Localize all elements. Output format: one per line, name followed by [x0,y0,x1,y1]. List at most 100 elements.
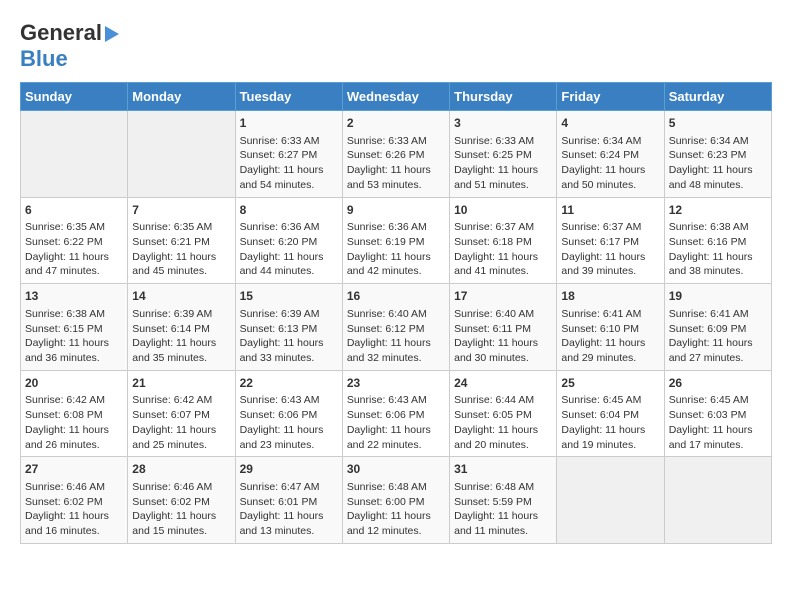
day-content: Sunrise: 6:46 AM [132,480,230,495]
day-content: Sunset: 6:27 PM [240,148,338,163]
day-content: Sunrise: 6:45 AM [561,393,659,408]
day-content: Sunset: 6:16 PM [669,235,767,250]
day-content: Sunrise: 6:42 AM [25,393,123,408]
calendar-cell: 5 Sunrise: 6:34 AMSunset: 6:23 PMDaylight… [664,111,771,198]
day-content: Sunrise: 6:36 AM [240,220,338,235]
day-content: Daylight: 11 hours and 13 minutes. [240,509,338,538]
day-number: 14 [132,288,230,305]
day-number: 22 [240,375,338,392]
day-content: Daylight: 11 hours and 27 minutes. [669,336,767,365]
day-content: Sunrise: 6:44 AM [454,393,552,408]
day-content: Sunset: 6:04 PM [561,408,659,423]
calendar-cell: 13Sunrise: 6:38 AMSunset: 6:15 PMDayligh… [21,284,128,371]
day-number: 29 [240,461,338,478]
day-content: Daylight: 11 hours and 26 minutes. [25,423,123,452]
day-content: Daylight: 11 hours and 15 minutes. [132,509,230,538]
day-content: Sunrise: 6:41 AM [669,307,767,322]
day-content: Sunset: 6:23 PM [669,148,767,163]
calendar-week-row: 27Sunrise: 6:46 AMSunset: 6:02 PMDayligh… [21,457,772,544]
day-content: Sunset: 6:06 PM [240,408,338,423]
calendar-cell [128,111,235,198]
day-content: Daylight: 11 hours and 42 minutes. [347,250,445,279]
calendar-cell: 27Sunrise: 6:46 AMSunset: 6:02 PMDayligh… [21,457,128,544]
calendar-cell: 10Sunrise: 6:37 AMSunset: 6:18 PMDayligh… [450,197,557,284]
calendar-cell: 22Sunrise: 6:43 AMSunset: 6:06 PMDayligh… [235,370,342,457]
weekday-header: Friday [557,83,664,111]
day-content: Daylight: 11 hours and 11 minutes. [454,509,552,538]
day-number: 19 [669,288,767,305]
page-header: General Blue [20,20,772,72]
weekday-header: Sunday [21,83,128,111]
calendar-cell: 29Sunrise: 6:47 AMSunset: 6:01 PMDayligh… [235,457,342,544]
day-content: Daylight: 11 hours and 22 minutes. [347,423,445,452]
day-content: Sunrise: 6:33 AM [347,134,445,149]
day-content: Daylight: 11 hours and 12 minutes. [347,509,445,538]
day-content: Daylight: 11 hours and 36 minutes. [25,336,123,365]
day-content: Sunrise: 6:46 AM [25,480,123,495]
day-content: Sunrise: 6:48 AM [347,480,445,495]
day-content: Sunset: 6:25 PM [454,148,552,163]
day-content: Sunset: 6:10 PM [561,322,659,337]
day-content: Sunset: 6:09 PM [669,322,767,337]
day-number: 24 [454,375,552,392]
day-content: Sunset: 6:02 PM [132,495,230,510]
day-content: Sunset: 6:05 PM [454,408,552,423]
day-content: Sunset: 6:13 PM [240,322,338,337]
day-content: Sunrise: 6:39 AM [240,307,338,322]
day-number: 30 [347,461,445,478]
day-content: Sunrise: 6:34 AM [561,134,659,149]
calendar-cell: 7Sunrise: 6:35 AMSunset: 6:21 PMDaylight… [128,197,235,284]
day-content: Sunset: 6:14 PM [132,322,230,337]
weekday-header: Thursday [450,83,557,111]
day-number: 12 [669,202,767,219]
day-content: Sunrise: 6:41 AM [561,307,659,322]
calendar-week-row: 20Sunrise: 6:42 AMSunset: 6:08 PMDayligh… [21,370,772,457]
calendar-cell: 31Sunrise: 6:48 AMSunset: 5:59 PMDayligh… [450,457,557,544]
calendar-cell: 15Sunrise: 6:39 AMSunset: 6:13 PMDayligh… [235,284,342,371]
weekday-header: Saturday [664,83,771,111]
day-content: Daylight: 11 hours and 44 minutes. [240,250,338,279]
day-content: Sunrise: 6:37 AM [561,220,659,235]
day-content: Daylight: 11 hours and 16 minutes. [25,509,123,538]
day-content: Daylight: 11 hours and 33 minutes. [240,336,338,365]
day-content: Sunrise: 6:40 AM [454,307,552,322]
calendar-cell: 20Sunrise: 6:42 AMSunset: 6:08 PMDayligh… [21,370,128,457]
day-content: Daylight: 11 hours and 48 minutes. [669,163,767,192]
day-content: Sunrise: 6:38 AM [669,220,767,235]
calendar-cell: 12Sunrise: 6:38 AMSunset: 6:16 PMDayligh… [664,197,771,284]
day-content: Daylight: 11 hours and 25 minutes. [132,423,230,452]
calendar-cell: 11Sunrise: 6:37 AMSunset: 6:17 PMDayligh… [557,197,664,284]
weekday-header: Monday [128,83,235,111]
day-number: 3 [454,115,552,132]
day-number: 26 [669,375,767,392]
day-content: Daylight: 11 hours and 32 minutes. [347,336,445,365]
day-content: Sunset: 6:15 PM [25,322,123,337]
day-content: Daylight: 11 hours and 45 minutes. [132,250,230,279]
day-number: 27 [25,461,123,478]
calendar-cell: 28Sunrise: 6:46 AMSunset: 6:02 PMDayligh… [128,457,235,544]
day-content: Sunset: 6:00 PM [347,495,445,510]
day-number: 6 [25,202,123,219]
day-content: Sunrise: 6:35 AM [25,220,123,235]
day-content: Sunrise: 6:39 AM [132,307,230,322]
day-content: Daylight: 11 hours and 35 minutes. [132,336,230,365]
day-content: Sunrise: 6:34 AM [669,134,767,149]
day-content: Sunset: 6:26 PM [347,148,445,163]
calendar-cell [557,457,664,544]
day-content: Daylight: 11 hours and 53 minutes. [347,163,445,192]
calendar-week-row: 13Sunrise: 6:38 AMSunset: 6:15 PMDayligh… [21,284,772,371]
day-content: Daylight: 11 hours and 29 minutes. [561,336,659,365]
weekday-header: Wednesday [342,83,449,111]
day-content: Sunrise: 6:43 AM [347,393,445,408]
day-number: 5 [669,115,767,132]
calendar-cell: 1Sunrise: 6:33 AMSunset: 6:27 PMDaylight… [235,111,342,198]
day-content: Sunset: 6:12 PM [347,322,445,337]
day-number: 20 [25,375,123,392]
day-content: Daylight: 11 hours and 17 minutes. [669,423,767,452]
day-number: 25 [561,375,659,392]
weekday-header: Tuesday [235,83,342,111]
day-content: Daylight: 11 hours and 54 minutes. [240,163,338,192]
day-content: Sunrise: 6:33 AM [240,134,338,149]
calendar-week-row: 1Sunrise: 6:33 AMSunset: 6:27 PMDaylight… [21,111,772,198]
day-number: 23 [347,375,445,392]
